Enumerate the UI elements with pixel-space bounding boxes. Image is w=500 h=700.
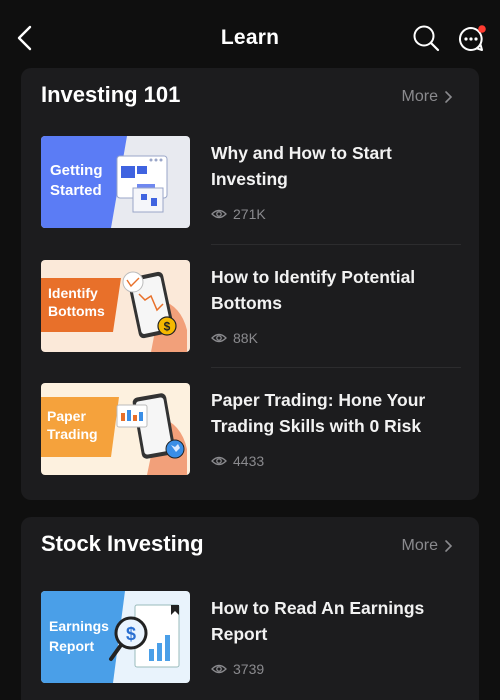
more-label: More	[401, 537, 438, 554]
more-link[interactable]: More	[402, 88, 453, 106]
dollar-glyph: $	[164, 320, 171, 334]
section-header: Investing 101 More	[21, 68, 479, 126]
view-count: 271K	[211, 206, 266, 222]
thumb-label-line1: Getting	[50, 162, 103, 179]
view-count-value: 271K	[233, 206, 266, 222]
view-count-value: 4433	[233, 453, 265, 469]
lesson-item[interactable]: Getting Started Why and How to Start Inv…	[41, 136, 461, 230]
chat-icon[interactable]	[457, 24, 487, 54]
view-count: 3739	[211, 661, 264, 677]
thumb-label-line1: Identify	[48, 285, 98, 301]
notification-dot	[478, 25, 486, 33]
section-title: Investing 101	[41, 82, 181, 107]
thumb-label-line2: Trading	[47, 426, 98, 442]
lesson-item[interactable]: Earnings Report $ How to Read An Earning…	[41, 591, 461, 685]
lesson-title: Why and How to Start Investing	[211, 143, 392, 189]
more-link[interactable]: More	[402, 537, 453, 555]
chevron-right-icon	[445, 91, 453, 103]
thumb-label-line1: Paper	[47, 408, 86, 424]
section-title: Stock Investing	[41, 531, 204, 556]
chevron-right-icon	[445, 540, 453, 552]
more-label: More	[401, 88, 438, 105]
lesson-thumbnail: Earnings Report $	[41, 591, 190, 683]
thumb-label-line2: Report	[49, 638, 94, 654]
lesson-title: Paper Trading: Hone Your Trading Skills …	[211, 390, 426, 436]
lesson-title: How to Read An Earnings Report	[211, 598, 425, 644]
eye-icon	[211, 664, 227, 674]
section-stock-investing: Stock Investing More Earnings Report $ H…	[21, 517, 479, 700]
thumb-label-line2: Bottoms	[48, 303, 105, 319]
lesson-thumbnail: Paper Trading	[41, 383, 190, 475]
section-investing-101: Investing 101 More Getting Started Why a…	[21, 68, 479, 500]
view-count-value: 88K	[233, 330, 258, 346]
view-count: 4433	[211, 453, 264, 469]
thumb-label-line1: Earnings	[49, 618, 109, 634]
search-icon[interactable]	[412, 24, 440, 52]
lesson-item[interactable]: Paper Trading Paper Trading: Hone Your T…	[41, 383, 461, 477]
eye-icon	[211, 456, 227, 466]
divider	[211, 367, 461, 368]
eye-icon	[211, 209, 227, 219]
view-count-value: 3739	[233, 661, 265, 677]
lesson-item[interactable]: Identify Bottoms $ How to Identify Poten…	[41, 260, 461, 354]
lesson-thumbnail: Getting Started	[41, 136, 190, 228]
top-bar: Learn	[0, 0, 500, 72]
thumb-label-line2: Started	[50, 182, 102, 199]
dollar-glyph: $	[126, 624, 136, 644]
lesson-title: How to Identify Potential Bottoms	[211, 267, 416, 313]
lesson-thumbnail: Identify Bottoms $	[41, 260, 190, 352]
view-count: 88K	[211, 330, 258, 346]
section-header: Stock Investing More	[21, 517, 479, 575]
divider	[211, 244, 461, 245]
eye-icon	[211, 333, 227, 343]
